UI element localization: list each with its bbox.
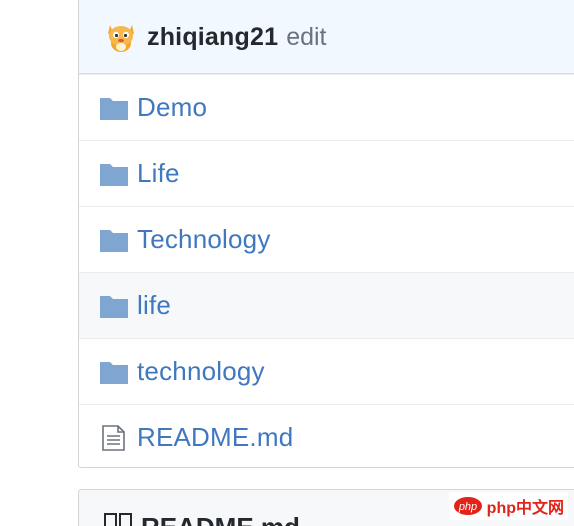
readme-title: README.md [141, 512, 300, 526]
edit-link[interactable]: edit [286, 23, 326, 52]
php-logo-icon: php [453, 497, 482, 515]
file-row-life-upper[interactable]: Life [79, 140, 574, 206]
file-link[interactable]: Technology [137, 224, 271, 255]
file-list-box: zhiqiang21 edit Demo Life Technology lif… [78, 0, 574, 468]
avatar[interactable] [105, 21, 137, 53]
commit-header: zhiqiang21 edit [79, 0, 574, 74]
file-text-icon [102, 424, 125, 451]
folder-icon [100, 295, 128, 318]
file-link[interactable]: Demo [137, 92, 207, 123]
commit-author-link[interactable]: zhiqiang21 [147, 23, 278, 52]
file-row-technology-upper[interactable]: Technology [79, 206, 574, 272]
file-link[interactable]: README.md [137, 422, 293, 453]
file-row-readme[interactable]: README.md [79, 404, 574, 467]
file-row-demo[interactable]: Demo [79, 74, 574, 140]
folder-icon [100, 97, 128, 120]
file-link[interactable]: technology [137, 356, 265, 387]
file-row-life-lower[interactable]: life [79, 272, 574, 338]
file-link[interactable]: life [137, 290, 171, 321]
folder-icon [100, 229, 128, 252]
folder-icon [100, 361, 128, 384]
book-icon [104, 513, 132, 526]
file-row-technology-lower[interactable]: technology [79, 338, 574, 404]
file-link[interactable]: Life [137, 158, 180, 189]
watermark: php php中文网 [448, 492, 568, 520]
page: zhiqiang21 edit Demo Life Technology lif… [0, 0, 574, 526]
folder-icon [100, 163, 128, 186]
watermark-text: php中文网 [486, 500, 564, 517]
svg-text:php: php [457, 501, 476, 513]
